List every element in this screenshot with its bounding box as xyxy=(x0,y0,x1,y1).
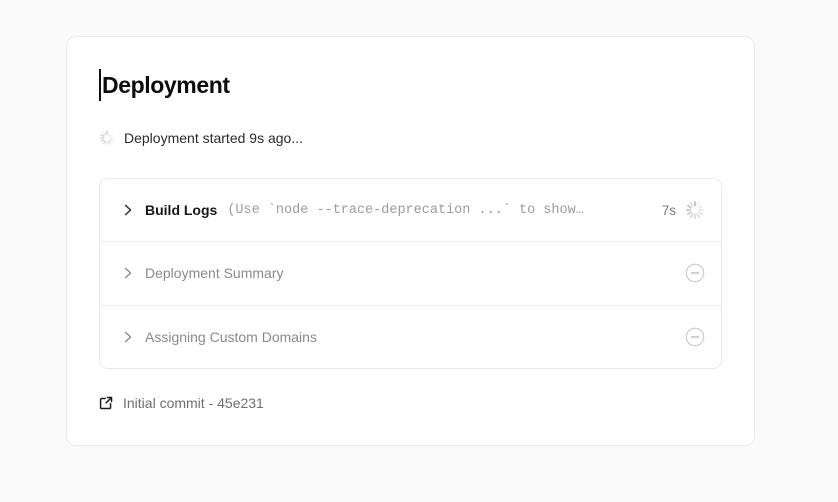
accordion-row-detail: (Use `node --trace-deprecation ...` to s… xyxy=(227,203,652,218)
deployment-status: Deployment started 9s ago... xyxy=(99,130,303,146)
commit-link-label: Initial commit - 45e231 xyxy=(123,395,264,411)
accordion-row-assigning-custom-domains[interactable]: Assigning Custom Domains xyxy=(100,305,721,368)
accordion-row-label: Deployment Summary xyxy=(145,265,284,281)
status-text: Deployment started 9s ago... xyxy=(124,130,303,146)
minus-circle-icon xyxy=(685,263,705,283)
accordion-row-label: Build Logs xyxy=(145,202,217,218)
spinner-icon xyxy=(685,200,705,220)
minus-circle-icon xyxy=(685,327,705,347)
deployment-steps-accordion: Build Logs (Use `node --trace-deprecatio… xyxy=(99,178,722,369)
external-link-icon xyxy=(99,396,113,410)
spinner-icon xyxy=(99,130,115,146)
deployment-card: Deployment Deployment started 9s ago... xyxy=(66,36,755,446)
text-cursor xyxy=(99,69,101,101)
accordion-row-label: Assigning Custom Domains xyxy=(145,329,317,345)
page: { "header": { "title": "Deployment" }, "… xyxy=(0,0,838,502)
page-title-row: Deployment xyxy=(99,69,230,101)
chevron-right-icon xyxy=(120,329,136,345)
page-title: Deployment xyxy=(102,69,230,101)
accordion-row-deployment-summary[interactable]: Deployment Summary xyxy=(100,241,721,304)
commit-link[interactable]: Initial commit - 45e231 xyxy=(99,395,264,411)
chevron-right-icon xyxy=(120,265,136,281)
accordion-row-build-logs[interactable]: Build Logs (Use `node --trace-deprecatio… xyxy=(100,179,721,241)
chevron-right-icon xyxy=(120,202,136,218)
step-duration: 7s xyxy=(662,203,676,218)
